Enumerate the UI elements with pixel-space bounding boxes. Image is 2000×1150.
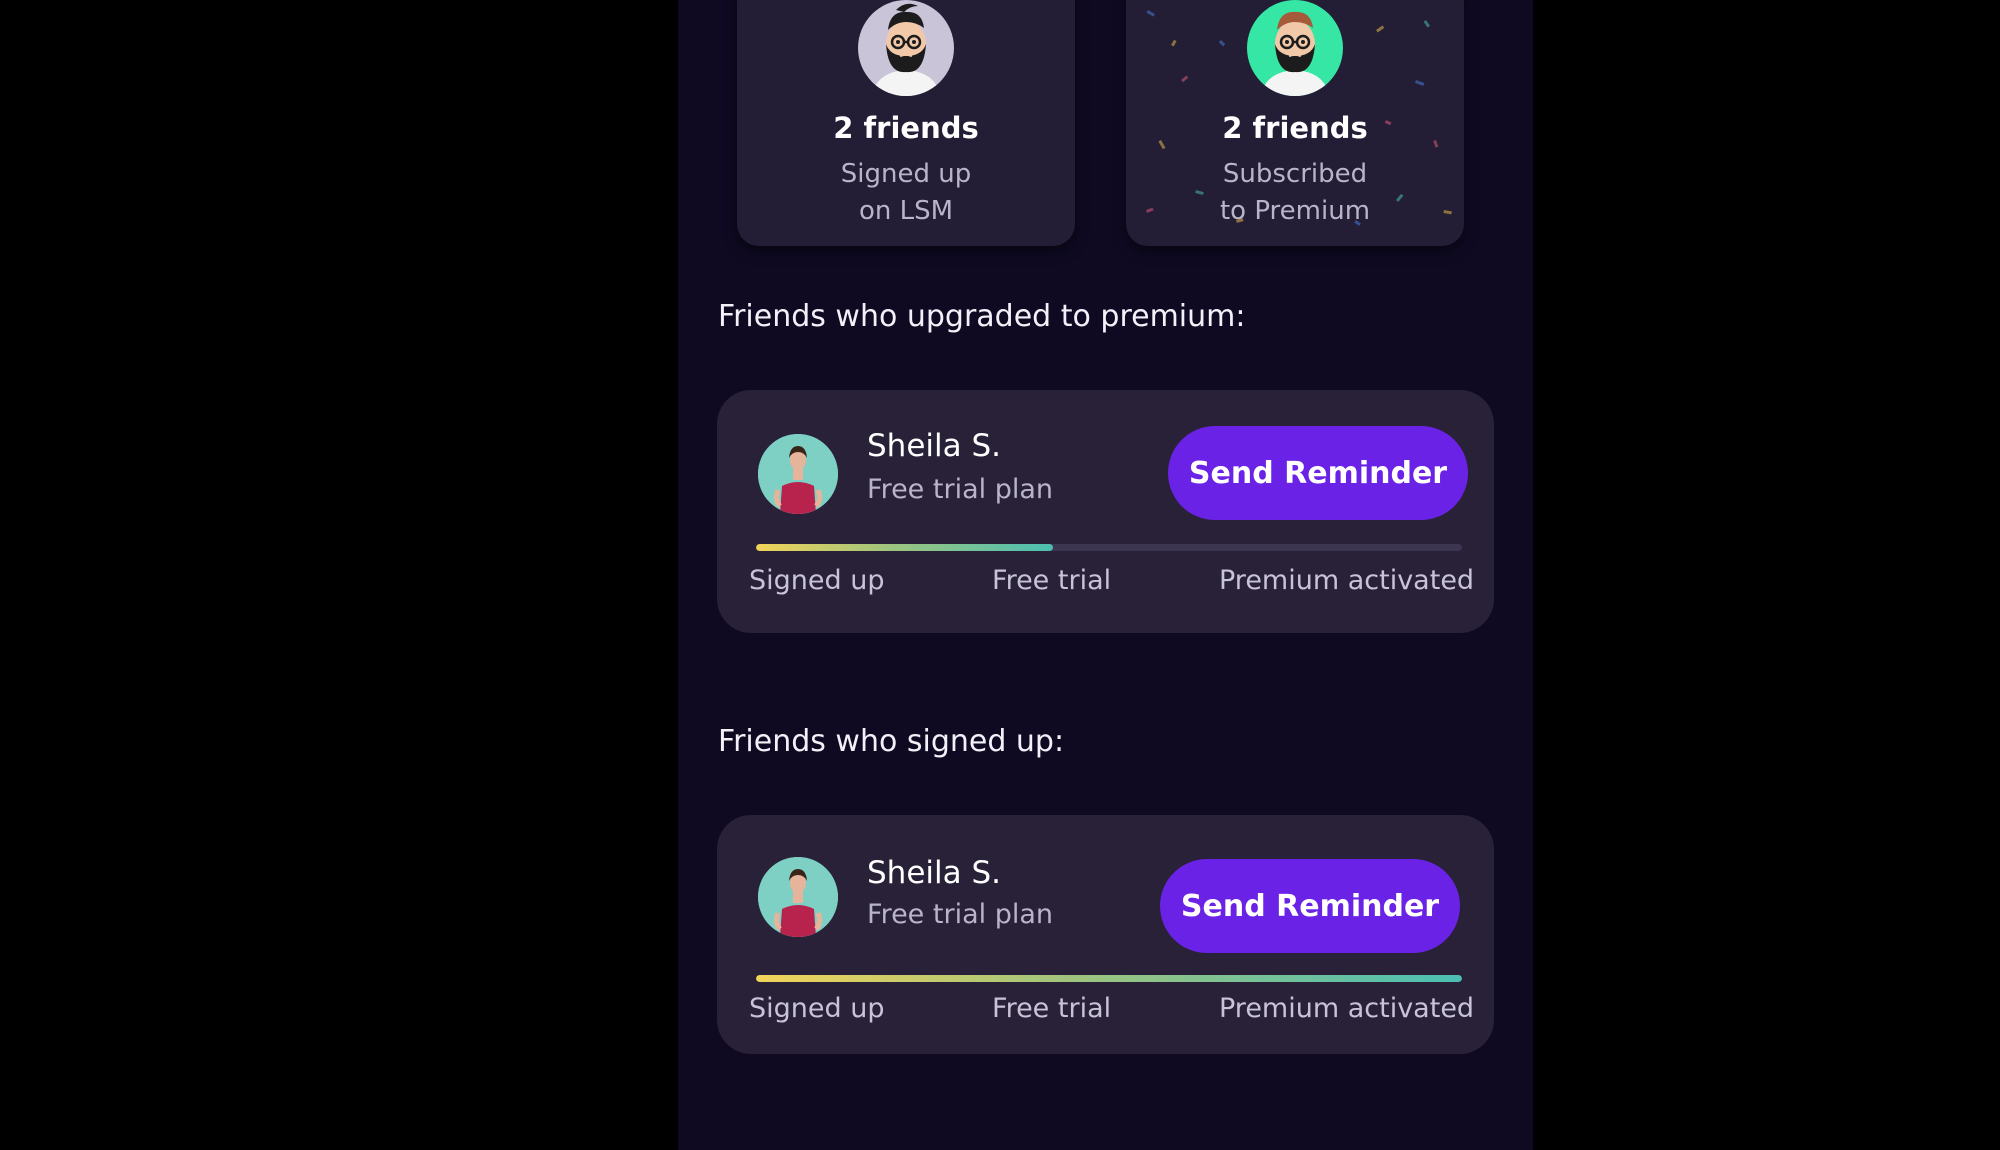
- stat-description-line: on LSM: [858, 196, 954, 226]
- friend-avatar: [758, 434, 838, 514]
- stat-description-line: Signed up: [840, 159, 972, 189]
- referral-screen: 2 friends Signed up on LSM 2 friends Sub…: [678, 0, 1533, 1150]
- friend-name: Sheila S.: [867, 428, 1002, 464]
- bearded-man-avatar-icon: [858, 0, 954, 96]
- stat-description-line: Subscribed: [1222, 159, 1368, 189]
- stage-label-signed-up: Signed up: [749, 993, 885, 1024]
- friend-plan: Free trial plan: [867, 899, 1053, 930]
- friend-plan: Free trial plan: [867, 474, 1053, 505]
- send-reminder-button[interactable]: Send Reminder: [1160, 859, 1460, 953]
- stat-count: 2 friends: [1222, 111, 1368, 145]
- stat-count: 2 friends: [833, 111, 979, 145]
- friend-card: Sheila S. Free trial plan Send Reminder …: [717, 390, 1494, 633]
- stat-card-signed-up: 2 friends Signed up on LSM: [737, 0, 1075, 246]
- section-title-signed-up: Friends who signed up:: [718, 724, 1065, 759]
- friend-name: Sheila S.: [867, 855, 1002, 891]
- stage-label-premium: Premium activated: [1219, 565, 1475, 596]
- friend-card: Sheila S. Free trial plan Send Reminder …: [717, 815, 1494, 1054]
- stat-description-line: to Premium: [1219, 196, 1371, 226]
- stat-description: Signed up on LSM: [777, 156, 1035, 230]
- progress-fill: [756, 975, 1462, 982]
- section-title-premium: Friends who upgraded to premium:: [718, 299, 1246, 334]
- friend-avatar: [758, 857, 838, 937]
- bearded-man-avatar-icon: [1247, 0, 1343, 96]
- stat-card-premium: 2 friends Subscribed to Premium: [1126, 0, 1464, 246]
- progress-track: [756, 975, 1462, 982]
- stage-label-free-trial: Free trial: [992, 565, 1112, 596]
- stage-label-signed-up: Signed up: [749, 565, 885, 596]
- progress-track: [756, 544, 1462, 551]
- stage-label-free-trial: Free trial: [992, 993, 1112, 1024]
- send-reminder-button[interactable]: Send Reminder: [1168, 426, 1468, 520]
- stage-label-premium: Premium activated: [1219, 993, 1475, 1024]
- stat-description: Subscribed to Premium: [1166, 156, 1424, 230]
- progress-fill: [756, 544, 1053, 551]
